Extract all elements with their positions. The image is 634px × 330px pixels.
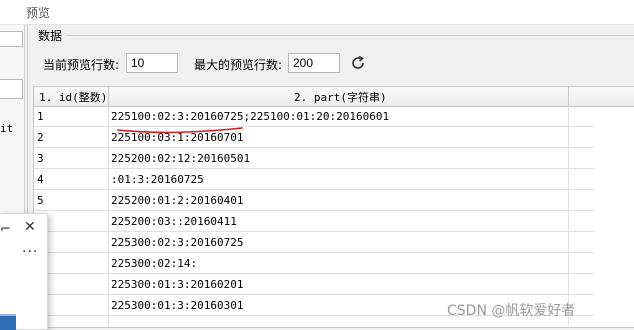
- table-row[interactable]: 4 :01:3:20160725: [34, 169, 594, 190]
- table-row[interactable]: 3 225200:02:12:20160501: [34, 148, 594, 169]
- column-divider: [108, 87, 109, 106]
- table-row[interactable]: 225300:02:3:20160725: [34, 232, 594, 253]
- table-header: 1. id(整数) 2. part(字符串): [34, 87, 634, 107]
- group-label: 数据: [37, 27, 64, 44]
- table-row[interactable]: 225300:01:3:20160201: [34, 274, 594, 295]
- preview-rows-input[interactable]: [126, 53, 178, 73]
- table-row[interactable]: 5 225200:01:2:20160401: [34, 190, 594, 211]
- background-input-box: [0, 31, 23, 47]
- close-icon[interactable]: ✕: [24, 219, 36, 235]
- refresh-icon[interactable]: [349, 54, 367, 72]
- table-row[interactable]: 2 225100:03:1:20160701: [34, 127, 594, 148]
- cell-id: 5: [37, 194, 44, 207]
- cell-id: 4: [37, 173, 44, 186]
- cell-part: 225200:02:12:20160501: [111, 152, 251, 165]
- cell-id: 1: [37, 110, 44, 123]
- column-header-id[interactable]: 1. id(整数): [39, 89, 107, 105]
- table-row[interactable]: 6225200:03::20160411: [34, 211, 594, 232]
- window-title: 预览: [26, 6, 51, 20]
- cell-part: 225100:03:1:20160701: [111, 131, 244, 144]
- table-row[interactable]: 1 225100:02:3:20160725;225100:01:20:20160…: [34, 106, 594, 127]
- preview-panel: 数据 当前预览行数: 最大的预览行数: 1. id(整数) 2. part(字符…: [27, 25, 634, 328]
- cell-part: 225300:02:3:20160725: [111, 236, 244, 249]
- cell-part: 225300:02:14:: [111, 257, 198, 270]
- cell-part: 225200:01:2:20160401: [111, 194, 244, 207]
- cell-part: 225100:02:3:20160725;225100:01:20:201606…: [111, 110, 390, 123]
- column-divider: [568, 87, 569, 106]
- cell-id: 2: [37, 131, 44, 144]
- cell-id: 3: [37, 152, 44, 165]
- max-preview-rows-input[interactable]: [288, 53, 340, 73]
- cell-part: 225300:01:3:20160201: [111, 278, 244, 291]
- preview-rows-label: 当前预览行数:: [43, 58, 120, 72]
- pin-icon[interactable]: ⌐: [0, 222, 11, 237]
- background-text: it: [0, 122, 14, 135]
- window-title-bar: 预览: [0, 0, 634, 25]
- cell-part: 225200:03::20160411: [111, 215, 237, 228]
- max-preview-rows-label: 最大的预览行数:: [194, 58, 283, 72]
- more-options-icon[interactable]: ···: [22, 244, 38, 260]
- group-divider: [66, 35, 634, 36]
- watermark: CSDN @帆软爱好者: [447, 303, 576, 319]
- data-table: 1. id(整数) 2. part(字符串) 1 225100:02:3:2016…: [33, 86, 634, 328]
- cell-part: 225300:01:3:20160301: [111, 299, 244, 312]
- floating-popup: ⌐ ✕ ···: [0, 213, 48, 330]
- table-row[interactable]: 225300:02:14:: [34, 253, 594, 274]
- background-input-box: [0, 79, 23, 99]
- cell-part: :01:3:20160725: [111, 173, 204, 186]
- column-header-part[interactable]: 2. part(字符串): [294, 89, 387, 105]
